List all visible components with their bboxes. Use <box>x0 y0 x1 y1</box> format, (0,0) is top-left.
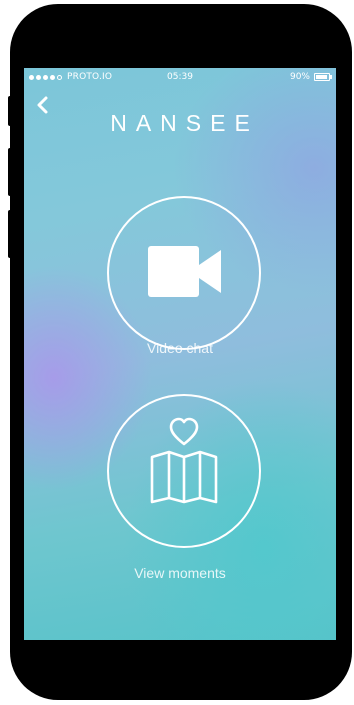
video-camera-icon <box>148 246 221 297</box>
video-chat-label[interactable]: Video chat <box>24 340 336 356</box>
map-heart-icon <box>150 417 218 504</box>
battery-status: 90% <box>289 68 332 86</box>
status-bar: PROTO.IO 05:39 90% <box>24 68 336 86</box>
video-chat-button[interactable] <box>107 196 261 350</box>
volume-down-button <box>8 210 12 258</box>
battery-fill <box>316 75 327 79</box>
battery-icon <box>314 73 332 81</box>
volume-up-button <box>8 148 12 196</box>
app-screen: PROTO.IO 05:39 90% NANSEE Video chat Vie… <box>24 68 336 640</box>
battery-percent: 90% <box>289 72 310 82</box>
app-title: NANSEE <box>110 110 259 136</box>
battery-tip <box>330 75 332 79</box>
mute-switch <box>8 96 12 126</box>
view-moments-button[interactable] <box>107 394 261 548</box>
view-moments-label[interactable]: View moments <box>24 565 336 581</box>
